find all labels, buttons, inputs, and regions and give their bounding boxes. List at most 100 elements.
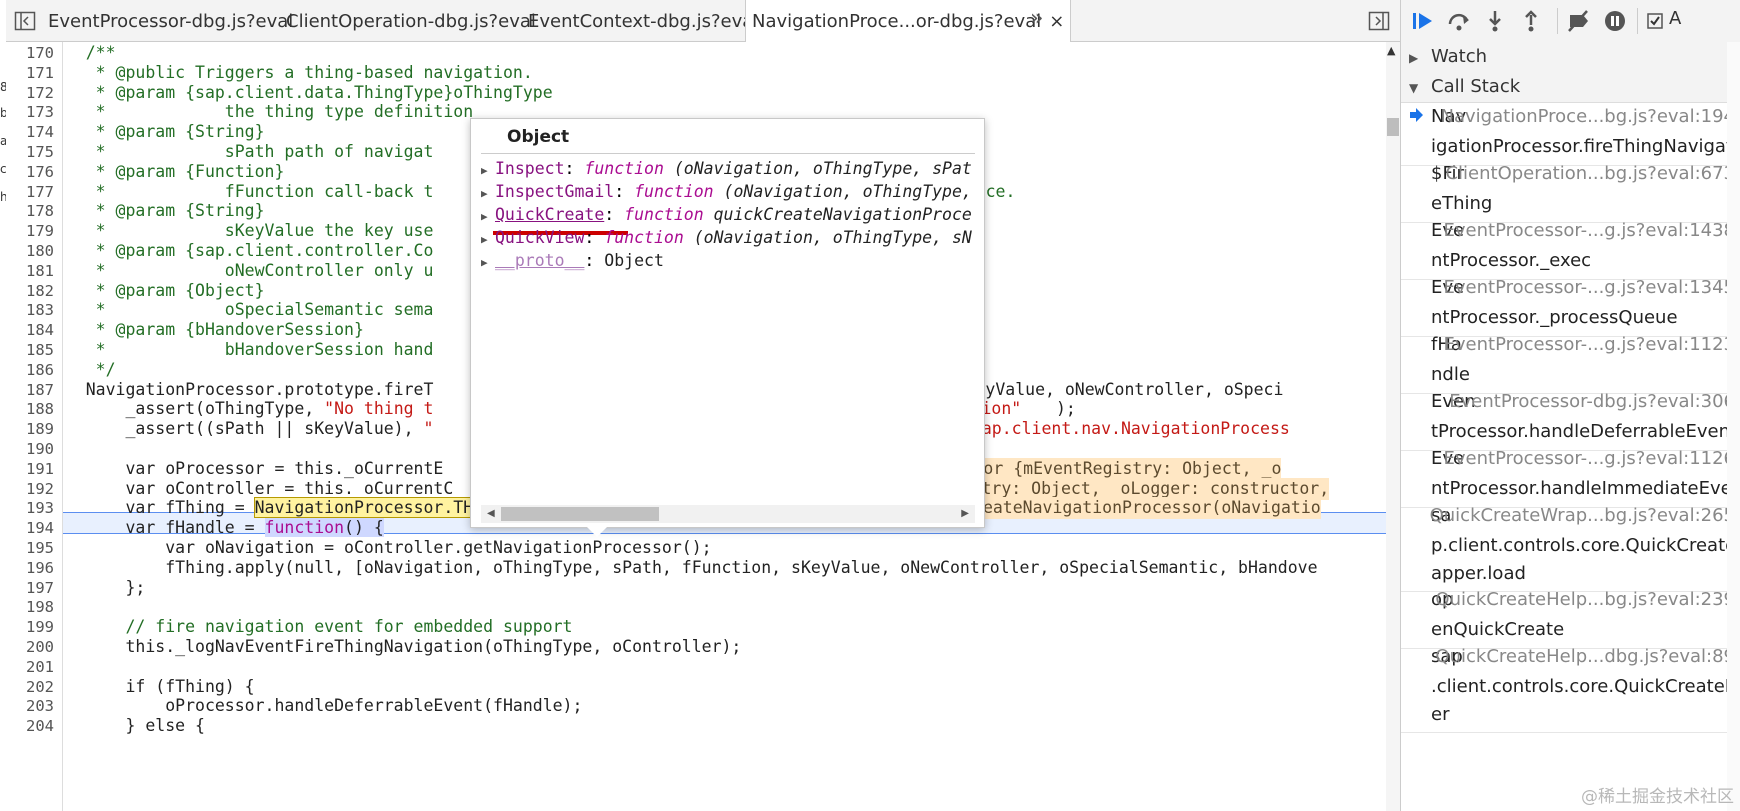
expanded-arrow-icon: ▼ — [1409, 81, 1419, 95]
object-preview-popover[interactable]: Object ▶ Inspect: function (oNavigation, … — [470, 118, 985, 528]
frame-location[interactable]: QuickCreateHelp...dbg.js?eval:89 — [1435, 646, 1735, 667]
debugger-sidebar: A ▶ Watch ▼ Call Stack Nav NavigationProce.… — [1400, 0, 1740, 811]
call-stack-frame[interactable]: op QuickCreateHelp...bg.js?eval:239 enQuic… — [1401, 585, 1740, 649]
scroll-right-icon[interactable]: ▶ — [961, 505, 969, 523]
code-line: _assert(oThingType, "No thing t — [46, 398, 433, 420]
deactivate-breakpoints-icon[interactable] — [1565, 7, 1593, 35]
call-stack-frame[interactable]: Eve EventProcessor-...g.js?eval:1438 ntPro… — [1401, 216, 1740, 280]
tab-clientoperation[interactable]: ClientOperation-dbg.js?eval — [286, 0, 536, 42]
property-name: Inspect — [495, 159, 565, 178]
code-text: * @param {String} — [46, 201, 265, 221]
code-line: var oController = this._oCurrentC — [46, 478, 453, 500]
code-text: * oSpecialSemantic sema — [46, 300, 434, 320]
property-value: Object — [604, 251, 664, 270]
call-stack-frame[interactable]: sap QuickCreateHelp...dbg.js?eval:89 .clie… — [1401, 642, 1740, 733]
property-inspect[interactable]: ▶ Inspect: function (oNavigation, oThingT… — [481, 157, 972, 181]
frame-function-name-continued: ntProcessor._processQueue — [1431, 307, 1678, 328]
code-text: var fThing = — [46, 498, 255, 518]
current-frame-arrow-icon — [1410, 108, 1423, 122]
frame-location[interactable]: EventProcessor-...g.js?eval:1438 — [1444, 220, 1735, 241]
editor-vertical-scrollbar[interactable]: ▲ — [1386, 42, 1400, 811]
expand-triangle-icon[interactable]: ▶ — [481, 251, 495, 275]
pause-caught-checkbox[interactable] — [1643, 7, 1671, 35]
code-text: * @param {Function} — [46, 161, 285, 181]
toggle-debugger-icon[interactable] — [1368, 10, 1390, 32]
frame-location[interactable]: EventProcessor-dbg.js?eval:306 — [1449, 391, 1735, 412]
code-text: }; — [46, 577, 146, 597]
property-type: function — [634, 182, 714, 201]
code-text: var oNavigation = oController.getNavigat… — [46, 538, 712, 557]
collapsed-arrow-icon: ▶ — [1409, 51, 1419, 65]
frame-function-name-continued: ndle — [1431, 364, 1470, 385]
line-number[interactable]: 198 — [8, 598, 54, 616]
property-value: (oNavigation, oThingType, sPat — [673, 159, 972, 178]
property-quickview[interactable]: ▶ QuickView: function (oNavigation, oThin… — [481, 226, 972, 250]
step-into-icon[interactable] — [1481, 7, 1509, 35]
pause-on-exceptions-icon[interactable] — [1601, 7, 1629, 35]
code-text: * bHandoverSession hand — [46, 340, 434, 359]
frame-location[interactable]: EventProcessor-...g.js?eval:1123 — [1444, 334, 1735, 355]
property-proto[interactable]: ▶ __proto__: Object — [481, 249, 664, 273]
code-line: }; — [46, 577, 145, 599]
frame-name-continued: apper.load — [1431, 563, 1526, 584]
property-name: __proto__ — [495, 251, 585, 270]
frame-location[interactable]: EventProcessor-...g.js?eval:1345 — [1444, 277, 1735, 298]
scrollbar-thumb[interactable] — [501, 507, 659, 521]
call-stack-section-header[interactable]: ▼ Call Stack — [1401, 72, 1740, 103]
code-line: * @param {Function} — [46, 161, 285, 183]
code-text: oProcessor.handleDeferrableEvent(fHandle… — [46, 696, 583, 716]
toggle-navigator-icon[interactable] — [14, 10, 36, 32]
call-stack-frame[interactable]: Even EventProcessor-dbg.js?eval:306 tProce… — [1401, 387, 1740, 451]
code-line: * sPath path of navigat — [46, 141, 434, 163]
property-type: function — [604, 228, 684, 247]
call-stack-frame[interactable]: $Fir ClientOperation...bg.js?eval:673 eThi… — [1401, 159, 1740, 223]
watch-section-header[interactable]: ▶ Watch — [1401, 42, 1740, 73]
line-number[interactable]: 190 — [8, 440, 54, 458]
call-stack-frame[interactable]: Nav NavigationProce...bg.js?eval:194 igati… — [1401, 102, 1740, 166]
tab-eventprocessor[interactable]: EventProcessor-dbg.js?eval — [48, 0, 293, 42]
code-text: _assert(oThingType, — [46, 399, 325, 419]
frame-function-name-continued: p.client.controls.core.QuickCreateWr — [1431, 535, 1740, 556]
property-inspectgmail[interactable]: ▶ InspectGmail: function (oNavigation, oT… — [481, 180, 972, 204]
call-stack-frame[interactable]: sa QuickCreateWrap...bg.js?eval:265 p.clie… — [1401, 501, 1740, 592]
code-line: if (fThing) { — [46, 676, 254, 698]
scrollbar-thumb[interactable] — [1387, 118, 1399, 136]
code-line: var oProcessor = this._oCurrentE — [46, 458, 443, 480]
tab-label: NavigationProce...or-dbg.js?eval — [752, 11, 1042, 32]
call-stack-frame[interactable]: fHa EventProcessor-...g.js?eval:1123 ndle — [1401, 330, 1740, 394]
resume-icon[interactable] — [1409, 7, 1437, 35]
frame-location[interactable]: NavigationProce...bg.js?eval:194 — [1441, 106, 1735, 127]
tab-label: EventContext-dbg.js?eval — [528, 11, 759, 32]
frame-function-name-continued: tProcessor.handleDeferrableEvent — [1431, 421, 1738, 442]
frame-location[interactable]: ClientOperation...bg.js?eval:673 — [1445, 163, 1735, 184]
step-over-icon[interactable] — [1445, 7, 1473, 35]
call-stack-title: Call Stack — [1431, 76, 1521, 97]
code-line: * @param {Object} — [46, 280, 265, 302]
frame-location[interactable]: EventProcessor-...g.js?eval:1126 — [1444, 448, 1735, 469]
call-stack-frame[interactable]: Eve EventProcessor-...g.js?eval:1345 ntPro… — [1401, 273, 1740, 337]
popover-divider — [481, 153, 975, 154]
code-text: * @param {String} — [46, 122, 265, 142]
close-tab-icon[interactable]: × — [1049, 11, 1064, 32]
scroll-left-icon[interactable]: ◀ — [487, 505, 495, 523]
watch-title: Watch — [1431, 46, 1488, 67]
sidebar-scrollbar[interactable] — [1727, 42, 1740, 811]
code-line: * sKeyValue the key use — [46, 220, 434, 242]
property-type: function — [584, 159, 664, 178]
property-quickcreate[interactable]: ▶ QuickCreate: function quickCreateNaviga… — [481, 203, 972, 227]
tab-navigationprocessor[interactable]: NavigationProce...or-dbg.js?eval × — [745, 0, 1072, 43]
editor-tab-bar: EventProcessor-dbg.js?eval ClientOperati… — [6, 0, 1400, 43]
step-out-icon[interactable] — [1517, 7, 1545, 35]
code-line: // fire navigation event for embedded su… — [46, 616, 572, 638]
popover-horizontal-scrollbar[interactable]: ◀ ▶ — [481, 505, 975, 523]
code-text: NavigationProcessor.prototype.fireT — [46, 379, 434, 399]
more-tabs-icon[interactable]: » — [1030, 6, 1043, 31]
watermark: @稀土掘金技术社区 — [1581, 787, 1734, 807]
line-number[interactable]: 201 — [8, 658, 54, 676]
property-name: QuickView — [495, 228, 585, 247]
frame-location[interactable]: QuickCreateWrap...bg.js?eval:265 — [1430, 505, 1735, 526]
call-stack-frame[interactable]: Eve EventProcessor-...g.js?eval:1126 ntPro… — [1401, 444, 1740, 508]
scroll-up-icon[interactable]: ▲ — [1387, 44, 1395, 57]
tab-eventcontext[interactable]: EventContext-dbg.js?eval — [528, 0, 758, 42]
frame-location[interactable]: QuickCreateHelp...bg.js?eval:239 — [1435, 589, 1735, 610]
